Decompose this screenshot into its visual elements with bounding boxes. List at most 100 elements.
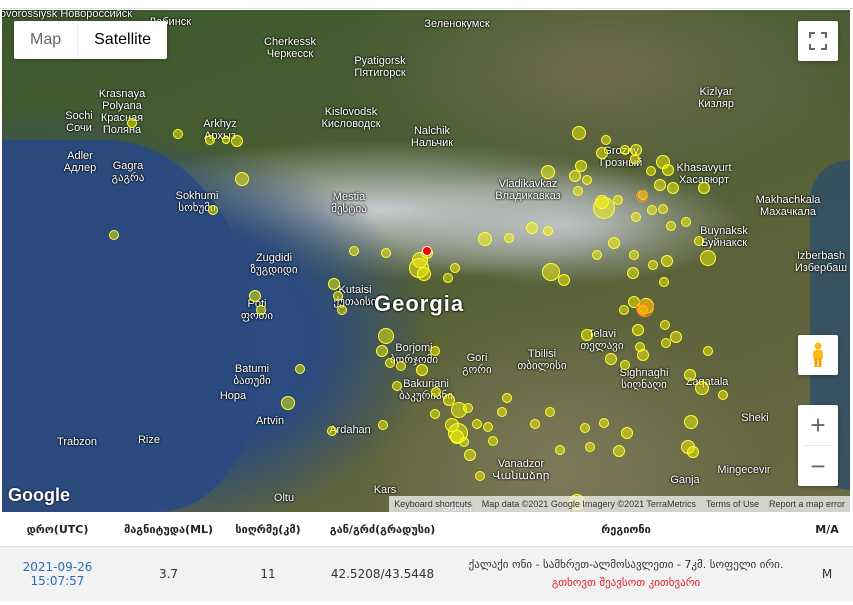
earthquake-marker[interactable] bbox=[337, 305, 347, 315]
earthquake-marker[interactable] bbox=[478, 232, 492, 246]
earthquake-marker[interactable] bbox=[416, 364, 428, 376]
earthquake-marker[interactable] bbox=[620, 360, 630, 370]
earthquake-marker[interactable] bbox=[545, 407, 555, 417]
earthquake-marker[interactable] bbox=[205, 135, 215, 145]
cell-time[interactable]: 2021-09-26 15:07:57 bbox=[0, 546, 115, 601]
earthquake-marker[interactable] bbox=[599, 418, 609, 428]
earthquake-marker[interactable] bbox=[630, 154, 640, 164]
earthquake-marker[interactable] bbox=[573, 186, 583, 196]
earthquake-marker[interactable] bbox=[684, 369, 696, 381]
earthquake-marker[interactable] bbox=[629, 250, 639, 260]
earthquake-marker[interactable] bbox=[231, 135, 243, 147]
epicenter-marker[interactable] bbox=[422, 246, 432, 256]
zoom-in-button[interactable]: + bbox=[798, 405, 838, 445]
earthquake-marker[interactable] bbox=[637, 304, 649, 316]
earthquake-marker[interactable] bbox=[526, 222, 538, 234]
earthquake-marker[interactable] bbox=[662, 164, 674, 176]
earthquake-marker[interactable] bbox=[661, 338, 671, 348]
earthquake-marker[interactable] bbox=[601, 135, 611, 145]
earthquake-marker[interactable] bbox=[580, 423, 590, 433]
earthquake-marker[interactable] bbox=[661, 255, 673, 267]
earthquake-marker[interactable] bbox=[585, 442, 595, 452]
earthquake-marker[interactable] bbox=[632, 324, 644, 336]
earthquake-marker[interactable] bbox=[695, 381, 709, 395]
earthquake-marker[interactable] bbox=[381, 248, 391, 258]
earthquake-marker[interactable] bbox=[593, 197, 615, 219]
earthquake-marker[interactable] bbox=[497, 407, 507, 417]
terms-of-use-link[interactable]: Terms of Use bbox=[701, 499, 764, 509]
earthquake-marker[interactable] bbox=[619, 305, 629, 315]
earthquake-marker[interactable] bbox=[608, 237, 620, 249]
earthquake-marker[interactable] bbox=[646, 166, 656, 176]
map-type-map-button[interactable]: Map bbox=[14, 21, 77, 59]
earthquake-marker[interactable] bbox=[666, 221, 676, 231]
earthquake-marker[interactable] bbox=[396, 361, 406, 371]
earthquake-marker[interactable] bbox=[295, 364, 305, 374]
earthquake-marker[interactable] bbox=[555, 445, 565, 455]
keyboard-shortcuts-link[interactable]: Keyboard shortcuts bbox=[389, 499, 477, 509]
earthquake-marker[interactable] bbox=[703, 346, 713, 356]
earthquake-marker[interactable] bbox=[654, 179, 666, 191]
earthquake-marker[interactable] bbox=[659, 277, 669, 287]
earthquake-marker[interactable] bbox=[621, 427, 633, 439]
zoom-out-button[interactable]: − bbox=[798, 446, 838, 486]
earthquake-marker[interactable] bbox=[658, 204, 668, 214]
earthquake-marker[interactable] bbox=[430, 409, 440, 419]
earthquake-marker[interactable] bbox=[670, 331, 682, 343]
earthquake-marker[interactable] bbox=[378, 420, 388, 430]
earthquake-marker[interactable] bbox=[718, 390, 728, 400]
earthquake-marker[interactable] bbox=[463, 403, 473, 413]
earthquake-marker[interactable] bbox=[378, 328, 394, 344]
earthquake-marker[interactable] bbox=[127, 118, 137, 128]
earthquake-marker[interactable] bbox=[541, 165, 555, 179]
earthquake-marker[interactable] bbox=[459, 437, 469, 447]
earthquake-marker[interactable] bbox=[328, 278, 340, 290]
earthquake-marker[interactable] bbox=[450, 263, 460, 273]
earthquake-marker[interactable] bbox=[443, 273, 453, 283]
table-row[interactable]: 2021-09-26 15:07:57 3.7 11 42.5208/43.54… bbox=[0, 546, 853, 601]
earthquake-marker[interactable] bbox=[504, 233, 514, 243]
earthquake-marker[interactable] bbox=[694, 236, 704, 246]
earthquake-marker[interactable] bbox=[620, 145, 630, 155]
earthquake-marker[interactable] bbox=[333, 291, 343, 301]
earthquake-marker[interactable] bbox=[631, 212, 641, 222]
earthquake-marker[interactable] bbox=[464, 449, 476, 461]
earthquake-marker[interactable] bbox=[687, 446, 699, 458]
earthquake-marker[interactable] bbox=[698, 182, 710, 194]
earthquake-marker[interactable] bbox=[660, 320, 670, 330]
earthquake-marker[interactable] bbox=[700, 250, 716, 266]
earthquake-marker[interactable] bbox=[483, 422, 493, 432]
earthquake-marker[interactable] bbox=[605, 353, 617, 365]
map-type-satellite-button[interactable]: Satellite bbox=[77, 21, 167, 59]
earthquake-marker[interactable] bbox=[256, 305, 266, 315]
earthquake-marker[interactable] bbox=[281, 396, 295, 410]
street-view-button[interactable] bbox=[798, 335, 838, 375]
earthquake-marker[interactable] bbox=[681, 217, 691, 227]
earthquake-marker[interactable] bbox=[327, 426, 337, 436]
earthquake-marker[interactable] bbox=[596, 147, 608, 159]
earthquake-marker[interactable] bbox=[376, 345, 388, 357]
earthquake-marker[interactable] bbox=[627, 267, 639, 279]
earthquake-marker[interactable] bbox=[637, 349, 649, 361]
earthquake-marker[interactable] bbox=[430, 346, 440, 356]
earthquake-marker[interactable] bbox=[235, 172, 249, 186]
fullscreen-button[interactable] bbox=[798, 21, 838, 61]
earthquake-marker[interactable] bbox=[569, 170, 581, 182]
earthquake-marker[interactable] bbox=[475, 471, 485, 481]
earthquake-marker[interactable] bbox=[558, 274, 570, 286]
earthquake-marker[interactable] bbox=[431, 387, 441, 397]
earthquake-marker[interactable] bbox=[530, 419, 540, 429]
earthquake-marker[interactable] bbox=[109, 230, 119, 240]
earthquake-marker[interactable] bbox=[392, 381, 402, 391]
earthquake-marker[interactable] bbox=[684, 415, 698, 429]
earthquake-marker[interactable] bbox=[488, 436, 498, 446]
earthquake-marker[interactable] bbox=[582, 175, 592, 185]
report-map-error-link[interactable]: Report a map error bbox=[764, 499, 850, 509]
earthquake-marker[interactable] bbox=[647, 205, 657, 215]
earthquake-marker[interactable] bbox=[592, 250, 602, 260]
earthquake-marker[interactable] bbox=[648, 260, 658, 270]
earthquake-marker[interactable] bbox=[173, 129, 183, 139]
earthquake-marker[interactable] bbox=[222, 136, 230, 144]
earthquake-marker[interactable] bbox=[349, 246, 359, 256]
earthquake-marker[interactable] bbox=[417, 267, 431, 281]
